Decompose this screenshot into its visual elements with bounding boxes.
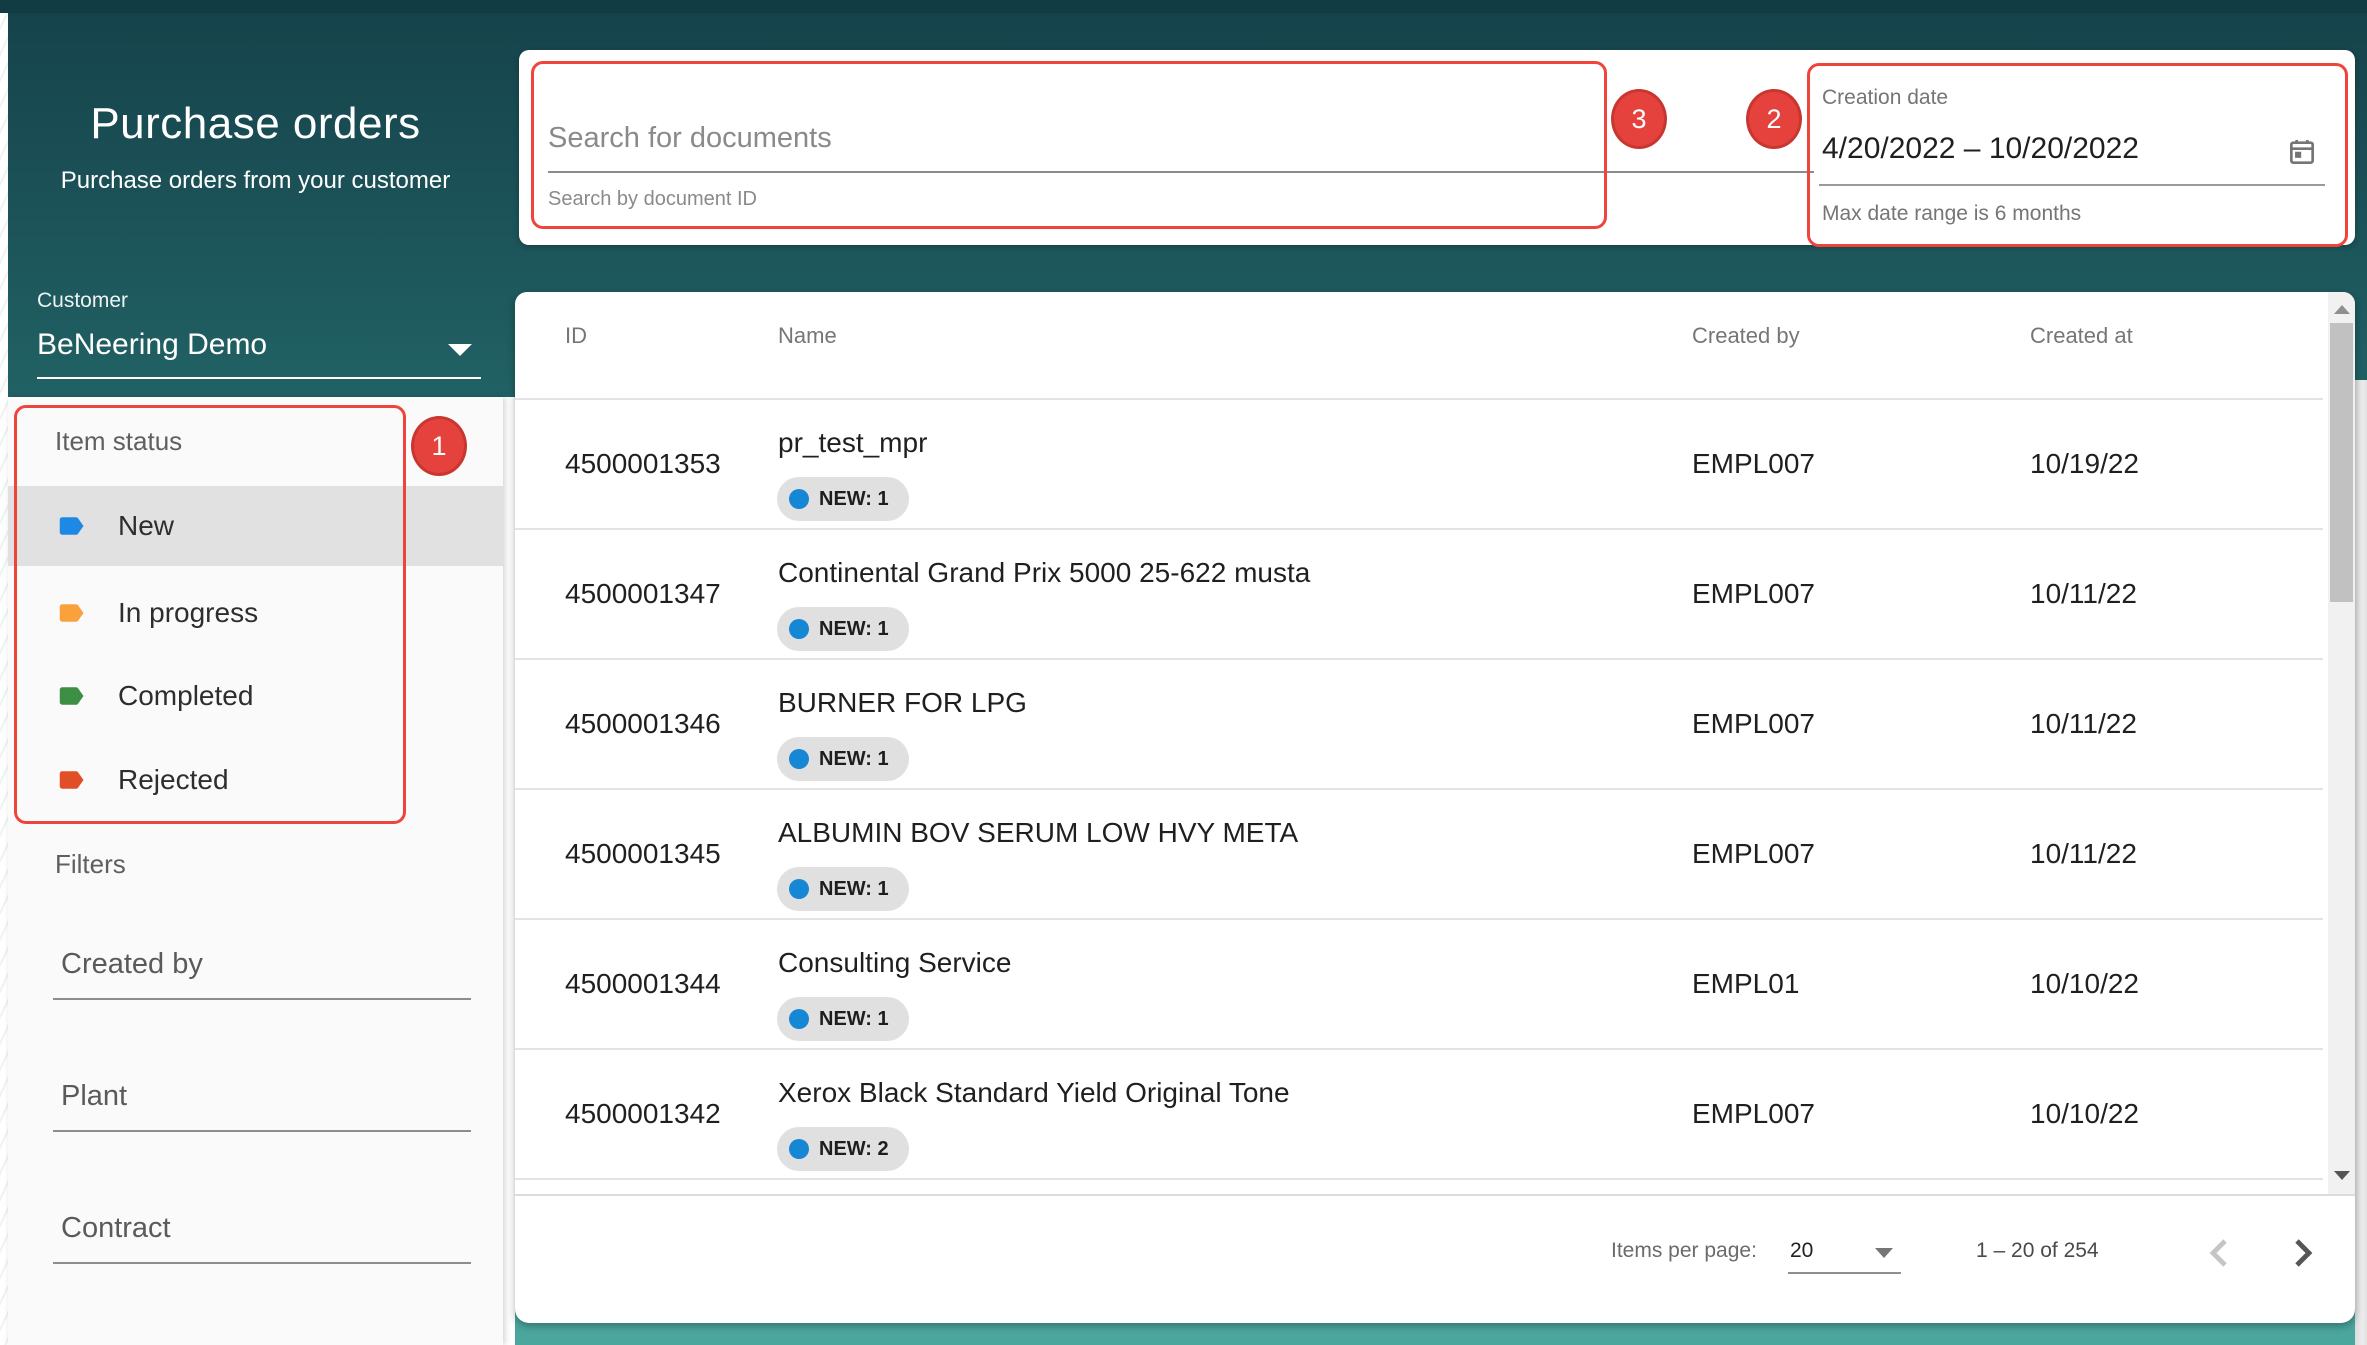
previous-page-button[interactable] [2196,1229,2244,1277]
status-badge: NEW: 1 [777,477,909,521]
filter-input-created-by[interactable]: Created by [53,930,471,1000]
annotation-badge-1: 1 [411,416,467,476]
status-badge-text: NEW: 1 [819,488,889,511]
row-name: Consulting Service [778,947,1011,979]
new-dot-icon [789,749,809,769]
scroll-down-icon[interactable] [2334,1171,2350,1180]
status-badge: NEW: 2 [777,1127,909,1171]
documents-table-card: ID Name Created by Created at 4500001353… [515,292,2355,1323]
row-id: 4500001353 [565,448,721,480]
page-title: Purchase orders [8,99,503,149]
row-name: Continental Grand Prix 5000 25-622 musta [778,557,1310,589]
new-dot-icon [789,1009,809,1029]
table-row[interactable]: 4500001353 pr_test_mpr NEW: 1 EMPL007 10… [515,400,2323,530]
table-row[interactable]: 4500001346 BURNER FOR LPG NEW: 1 EMPL007… [515,660,2323,790]
row-name: BURNER FOR LPG [778,687,1027,719]
column-header-created-at: Created at [2030,323,2133,349]
filter-input-label: Created by [61,948,203,981]
column-header-name: Name [778,323,837,349]
table-rows: 4500001353 pr_test_mpr NEW: 1 EMPL007 10… [515,400,2323,1180]
table-row[interactable]: 4500001344 Consulting Service NEW: 1 EMP… [515,920,2323,1050]
annotation-badge-2: 2 [1746,89,1802,149]
items-per-page-underline [1788,1272,1901,1274]
row-created-at: 10/10/22 [2030,1098,2139,1130]
filter-input-plant[interactable]: Plant [53,1062,471,1132]
status-badge-text: NEW: 2 [819,1138,889,1161]
customer-select-underline [37,377,481,379]
window-scrollbar-track[interactable] [2355,380,2367,1345]
chevron-down-icon [448,344,472,356]
filters-label: Filters [55,849,126,880]
row-created-by: EMPL007 [1692,448,1815,480]
table-row[interactable]: 4500001342 Xerox Black Standard Yield Or… [515,1050,2323,1180]
row-created-by: EMPL007 [1692,838,1815,870]
page-subtitle: Purchase orders from your customer [8,167,503,195]
column-header-id: ID [565,323,587,349]
table-row[interactable]: 4500001347 Continental Grand Prix 5000 2… [515,530,2323,660]
column-header-created-by: Created by [1692,323,1800,349]
row-id: 4500001346 [565,708,721,740]
status-badge: NEW: 1 [777,867,909,911]
new-dot-icon [789,1139,809,1159]
customer-select[interactable]: BeNeering Demo [37,324,481,377]
filter-input-label: Contract [61,1212,171,1245]
new-dot-icon [789,489,809,509]
row-created-by: EMPL007 [1692,578,1815,610]
top-dark-strip [0,0,2367,13]
items-per-page-label: Items per page: [1611,1239,1757,1263]
row-name: Xerox Black Standard Yield Original Tone [778,1077,1290,1109]
row-name: ALBUMIN BOV SERUM LOW HVY META [778,817,1298,849]
row-created-at: 10/19/22 [2030,448,2139,480]
row-created-at: 10/10/22 [2030,968,2139,1000]
filter-input-contract[interactable]: Contract [53,1194,471,1264]
table-scrollbar[interactable] [2328,292,2355,1194]
pagination-range: 1 – 20 of 254 [1976,1239,2099,1263]
scroll-up-icon[interactable] [2334,305,2350,314]
status-badge: NEW: 1 [777,997,909,1041]
customer-select-value: BeNeering Demo [37,328,267,362]
scrollbar-thumb[interactable] [2330,323,2353,602]
status-badge-text: NEW: 1 [819,748,889,771]
row-created-at: 10/11/22 [2030,838,2137,870]
new-dot-icon [789,619,809,639]
customer-label: Customer [37,289,128,313]
row-id: 4500001345 [565,838,721,870]
row-created-at: 10/11/22 [2030,578,2137,610]
table-bottom-divider [515,1194,2355,1196]
status-badge-text: NEW: 1 [819,1008,889,1031]
row-created-by: EMPL01 [1692,968,1799,1000]
status-badge-text: NEW: 1 [819,618,889,641]
row-created-by: EMPL007 [1692,708,1815,740]
row-created-by: EMPL007 [1692,1098,1815,1130]
row-id: 4500001347 [565,578,721,610]
items-per-page-caret-icon[interactable] [1875,1248,1893,1258]
row-name: pr_test_mpr [778,427,927,459]
annotation-box-creation-date [1807,63,2348,247]
status-badge-text: NEW: 1 [819,878,889,901]
row-id: 4500001344 [565,968,721,1000]
filter-input-label: Plant [61,1080,127,1113]
annotation-badge-3: 3 [1611,89,1667,149]
row-created-at: 10/11/22 [2030,708,2137,740]
items-per-page-select[interactable]: 20 [1790,1239,1813,1263]
status-badge: NEW: 1 [777,607,909,651]
status-badge: NEW: 1 [777,737,909,781]
annotation-box-item-status [14,405,406,824]
row-id: 4500001342 [565,1098,721,1130]
table-row[interactable]: 4500001345 ALBUMIN BOV SERUM LOW HVY MET… [515,790,2323,920]
new-dot-icon [789,879,809,899]
annotation-box-search [531,61,1607,229]
next-page-button[interactable] [2278,1229,2326,1277]
